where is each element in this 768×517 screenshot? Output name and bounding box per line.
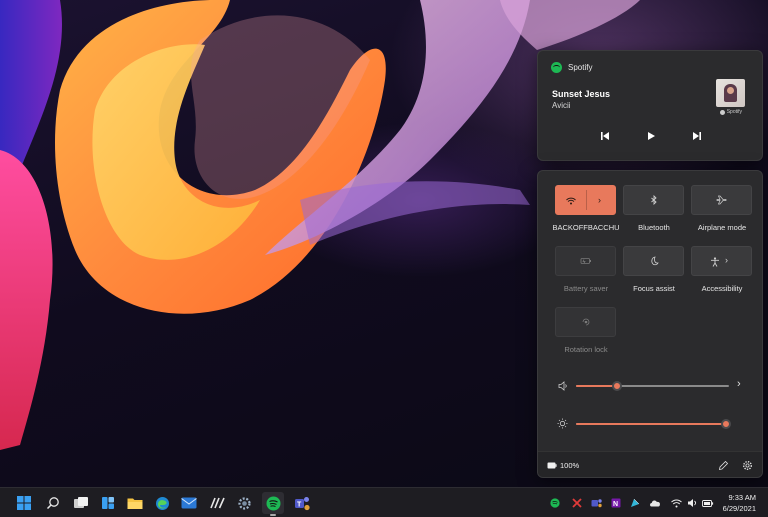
tile-label-wifi: BACKOFFBACCHU xyxy=(552,223,620,232)
rotation-lock-icon xyxy=(582,318,589,326)
notion-icon xyxy=(209,497,225,509)
bluetooth-icon xyxy=(650,195,657,205)
accessibility-expand-chevron-icon[interactable]: › xyxy=(725,255,728,265)
spotify-logo-icon xyxy=(551,62,562,73)
tile-label-bluetooth: Bluetooth xyxy=(638,223,670,232)
clock-time: 9:33 AM xyxy=(728,493,756,502)
tile-label-airplane: Airplane mode xyxy=(697,223,747,232)
tile-label-battery-saver: Battery saver xyxy=(563,284,609,293)
tile-label-accessibility: Accessibility xyxy=(701,284,743,293)
file-explorer-button[interactable] xyxy=(124,492,146,514)
windows-logo-icon xyxy=(17,496,31,510)
teams-icon: T xyxy=(295,496,310,510)
album-badge-label: Spotify xyxy=(726,109,742,115)
album-art xyxy=(716,79,745,107)
file-explorer-icon xyxy=(127,498,143,509)
moon-icon xyxy=(650,256,659,266)
battery-saver-tile[interactable] xyxy=(555,246,616,276)
bluetooth-tile[interactable] xyxy=(623,185,684,215)
volume-fill xyxy=(576,385,617,387)
taskbar-clock[interactable]: 9:33 AM 6/29/2021 xyxy=(723,492,756,514)
svg-text:T: T xyxy=(297,501,302,508)
brightness-slider-row xyxy=(538,417,762,431)
quick-settings-footer: 100% xyxy=(538,451,762,477)
previous-track-button[interactable] xyxy=(598,129,612,143)
mail-icon xyxy=(181,497,197,509)
pin-icon[interactable] xyxy=(571,497,583,509)
next-icon xyxy=(693,132,701,140)
airplane-mode-tile[interactable] xyxy=(691,185,752,215)
mail-button[interactable] xyxy=(178,492,200,514)
widgets-icon xyxy=(102,497,114,509)
wifi-tile[interactable]: › xyxy=(555,185,616,215)
media-flyout: Spotify Sunset Jesus Avicii Spotify xyxy=(537,50,763,161)
brightness-fill xyxy=(576,423,726,425)
battery-icon xyxy=(547,462,557,469)
search-button[interactable] xyxy=(42,492,64,514)
edit-pencil-icon[interactable] xyxy=(718,460,729,471)
accessibility-icon xyxy=(711,257,719,267)
track-title: Sunset Jesus xyxy=(552,89,611,99)
battery-saver-icon xyxy=(580,258,591,264)
taskbar: T N 9:33 AM 6/29/2021 xyxy=(0,487,768,517)
spotify-icon xyxy=(266,496,280,510)
wifi-expand-chevron-icon[interactable]: › xyxy=(598,195,601,205)
onenote-icon[interactable]: N xyxy=(610,497,622,509)
widgets-button[interactable] xyxy=(97,492,119,514)
rotation-lock-tile[interactable] xyxy=(555,307,616,337)
next-track-button[interactable] xyxy=(690,129,704,143)
media-app-name: Spotify xyxy=(568,63,593,72)
brightness-icon xyxy=(557,418,568,429)
settings-icon xyxy=(237,496,251,510)
battery-percentage: 100% xyxy=(560,461,580,470)
focus-assist-tile[interactable] xyxy=(623,246,684,276)
search-icon xyxy=(46,497,59,510)
wifi-tray-icon[interactable] xyxy=(670,497,682,509)
previous-icon xyxy=(601,132,609,140)
settings-button[interactable] xyxy=(233,492,255,514)
teams-button[interactable]: T xyxy=(291,492,313,514)
volume-thumb[interactable] xyxy=(612,381,622,391)
media-app-header: Spotify xyxy=(551,62,592,73)
spotify-button[interactable] xyxy=(262,492,284,516)
tile-label-rotation-lock: Rotation lock xyxy=(564,345,608,354)
tile-label-focus-assist: Focus assist xyxy=(633,284,675,293)
speaker-icon xyxy=(558,381,567,391)
volume-slider-row: › xyxy=(538,378,762,393)
speaker-tray-icon[interactable] xyxy=(686,497,698,509)
svg-text:N: N xyxy=(613,501,618,508)
brightness-thumb[interactable] xyxy=(721,419,731,429)
notion-button[interactable] xyxy=(206,492,228,514)
ink-icon[interactable] xyxy=(629,497,641,509)
spotify-tray-icon[interactable] xyxy=(549,497,561,509)
wifi-icon xyxy=(566,197,576,205)
accessibility-tile[interactable]: › xyxy=(691,246,752,276)
cloud-icon[interactable] xyxy=(649,497,661,509)
edge-button[interactable] xyxy=(151,492,173,514)
start-button[interactable] xyxy=(13,492,35,514)
audio-output-chevron-icon[interactable]: › xyxy=(737,378,741,390)
teams-tray-icon[interactable] xyxy=(590,497,602,509)
task-view-button[interactable] xyxy=(70,492,92,514)
airplane-icon xyxy=(716,195,727,205)
edge-icon xyxy=(155,496,169,510)
battery-tray-icon[interactable] xyxy=(702,497,714,509)
track-artist: Avicii xyxy=(552,101,571,110)
play-button[interactable] xyxy=(644,129,658,143)
settings-gear-icon[interactable] xyxy=(742,460,753,471)
album-source-badge: Spotify xyxy=(719,109,742,115)
play-icon xyxy=(648,132,655,140)
clock-date: 6/29/2021 xyxy=(722,504,756,513)
task-view-icon xyxy=(74,497,88,508)
media-controls xyxy=(538,129,764,143)
quick-settings-panel: › BACKOFFBACCHU Bluetooth Airplane mode … xyxy=(537,170,763,478)
